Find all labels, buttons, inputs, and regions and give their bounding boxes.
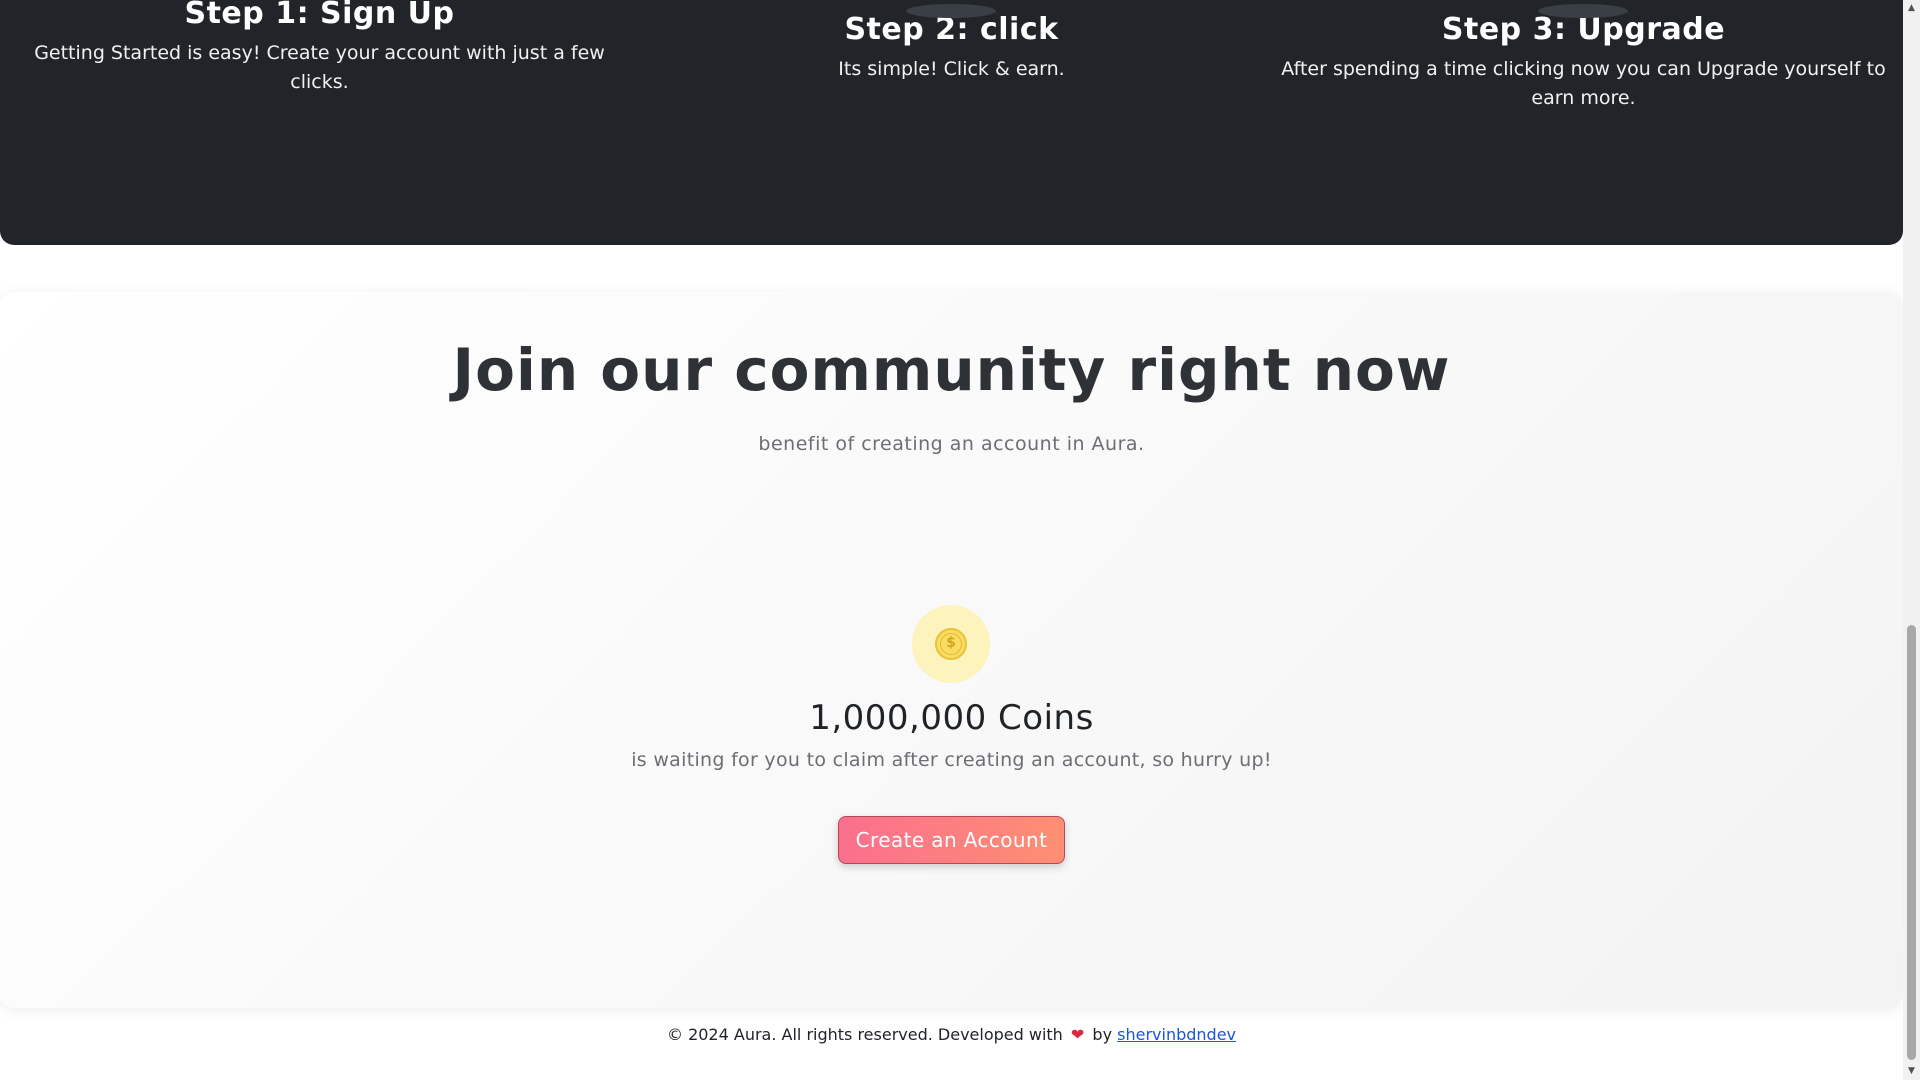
community-section: Join our community right now benefit of …: [0, 292, 1903, 1008]
heart-icon: ❤: [1070, 1025, 1085, 1044]
coins-description: is waiting for you to claim after creati…: [631, 749, 1272, 771]
by-text: by: [1092, 1025, 1113, 1044]
step-icon-edge: [906, 4, 996, 18]
step-title: Step 1: Sign Up: [184, 0, 455, 31]
coins-amount: 1,000,000 Coins: [809, 698, 1094, 738]
vertical-scrollbar[interactable]: ▲ ▼: [1903, 0, 1920, 1080]
coin-icon: $: [912, 605, 990, 683]
step-description: Getting Started is easy! Create your acc…: [34, 42, 605, 93]
scroll-up-arrow-icon[interactable]: ▲: [1903, 0, 1920, 17]
step-upgrade: Step 3: Upgrade After spending a time cl…: [1276, 4, 1891, 113]
steps-section: Step 1: Sign Up Getting Started is easy!…: [0, 0, 1903, 245]
scrollbar-thumb[interactable]: [1907, 625, 1916, 1060]
footer: © 2024 Aura. All rights reserved. Develo…: [0, 1025, 1903, 1044]
dollar-sign: $: [940, 633, 962, 655]
author-link[interactable]: shervinbdndev: [1117, 1025, 1236, 1044]
community-title: Join our community right now: [452, 336, 1451, 404]
step-description: After spending a time clicking now you c…: [1281, 58, 1886, 109]
page: Step 1: Sign Up Getting Started is easy!…: [0, 0, 1920, 1080]
community-subtitle: benefit of creating an account in Aura.: [758, 433, 1145, 455]
scroll-down-arrow-icon[interactable]: ▼: [1903, 1063, 1920, 1080]
step-icon-edge: [1538, 4, 1628, 18]
step-description: Its simple! Click & earn.: [838, 58, 1065, 80]
step-sign-up: Step 1: Sign Up Getting Started is easy!…: [12, 0, 627, 97]
copyright-text: © 2024 Aura. All rights reserved. Develo…: [666, 1025, 1063, 1044]
step-click: Step 2: click Its simple! Click & earn.: [644, 4, 1259, 84]
create-account-button[interactable]: Create an Account: [838, 816, 1065, 864]
